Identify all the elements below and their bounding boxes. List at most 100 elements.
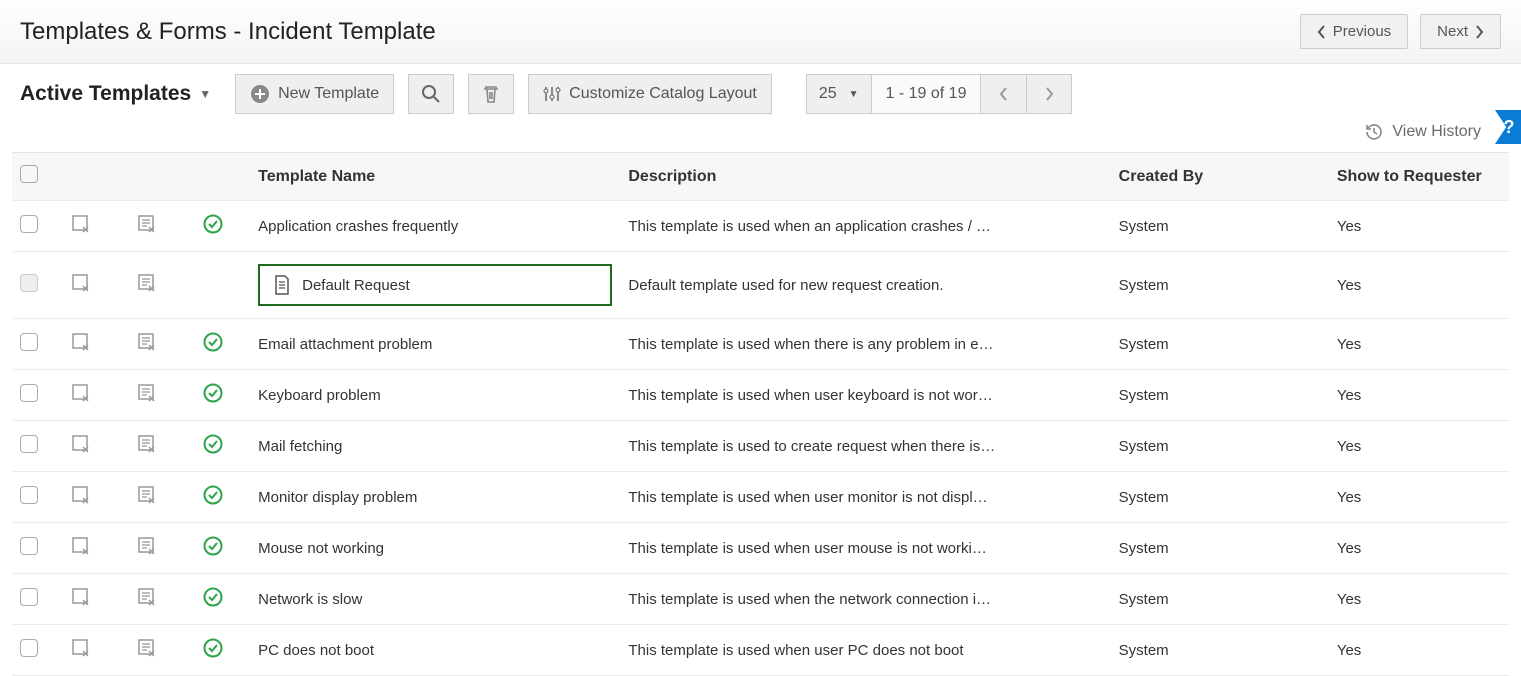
- show-to-requester: Yes: [1329, 319, 1509, 370]
- form-layout-icon[interactable]: [136, 213, 158, 235]
- edit-template-icon[interactable]: [70, 213, 92, 235]
- template-name[interactable]: Application crashes frequently: [258, 218, 458, 235]
- template-description: This template is used when the network c…: [620, 574, 1110, 625]
- edit-template-icon[interactable]: [70, 433, 92, 455]
- plus-circle-icon: [250, 84, 270, 104]
- form-layout-icon[interactable]: [136, 433, 158, 455]
- template-name[interactable]: Network is slow: [258, 591, 362, 608]
- document-icon: [272, 274, 292, 296]
- toolbar: Active Templates ▼ New Template Customiz…: [0, 64, 1521, 114]
- status-active-icon: [202, 484, 224, 506]
- show-to-requester: Yes: [1329, 574, 1509, 625]
- previous-label: Previous: [1333, 23, 1391, 40]
- created-by: System: [1111, 319, 1329, 370]
- chevron-left-icon: [999, 87, 1009, 101]
- edit-template-icon[interactable]: [70, 272, 92, 294]
- table-row[interactable]: Keyboard problem This template is used wh…: [12, 370, 1509, 421]
- created-by: System: [1111, 472, 1329, 523]
- row-checkbox[interactable]: [20, 215, 38, 233]
- table-row[interactable]: PC does not bootThis template is used wh…: [12, 625, 1509, 676]
- chevron-right-icon: [1474, 25, 1484, 39]
- row-checkbox[interactable]: [20, 486, 38, 504]
- row-checkbox[interactable]: [20, 537, 38, 555]
- trash-icon: [482, 84, 500, 104]
- view-history-label: View History: [1392, 123, 1481, 141]
- status-active-icon: [202, 382, 224, 404]
- table-row[interactable]: Monitor display problem This template is …: [12, 472, 1509, 523]
- status-active-icon: [202, 535, 224, 557]
- delete-button[interactable]: [468, 74, 514, 114]
- view-history-link[interactable]: View History: [1364, 122, 1481, 142]
- template-name[interactable]: PC does not boot: [258, 642, 374, 659]
- next-button[interactable]: Next: [1420, 14, 1501, 49]
- template-name[interactable]: Mail fetching: [258, 438, 342, 455]
- form-layout-icon[interactable]: [136, 382, 158, 404]
- col-show[interactable]: Show to Requester: [1329, 153, 1509, 201]
- page-title: Templates & Forms - Incident Template: [20, 18, 436, 46]
- template-name[interactable]: Email attachment problem: [258, 336, 432, 353]
- table-row[interactable]: Mail fetchingThis template is used to cr…: [12, 421, 1509, 472]
- form-layout-icon[interactable]: [136, 586, 158, 608]
- table-row[interactable]: Default Request Default template used for…: [12, 252, 1509, 319]
- row-checkbox[interactable]: [20, 333, 38, 351]
- col-by[interactable]: Created By: [1111, 153, 1329, 201]
- form-layout-icon[interactable]: [136, 484, 158, 506]
- table-row[interactable]: Application crashes frequentlyThis templ…: [12, 201, 1509, 252]
- col-desc[interactable]: Description: [620, 153, 1110, 201]
- edit-template-icon[interactable]: [70, 331, 92, 353]
- show-to-requester: Yes: [1329, 523, 1509, 574]
- edit-template-icon[interactable]: [70, 382, 92, 404]
- table-row[interactable]: Network is slow This template is used whe…: [12, 574, 1509, 625]
- previous-button[interactable]: Previous: [1300, 14, 1408, 49]
- sliders-icon: [543, 85, 561, 103]
- show-to-requester: Yes: [1329, 252, 1509, 319]
- page-size-value: 25: [819, 85, 837, 103]
- table-header-row: Template Name Description Created By Sho…: [12, 153, 1509, 201]
- table-row[interactable]: Mouse not working This template is used w…: [12, 523, 1509, 574]
- edit-template-icon[interactable]: [70, 586, 92, 608]
- row-checkbox[interactable]: [20, 588, 38, 606]
- template-description: This template is used when user mouse is…: [620, 523, 1110, 574]
- row-checkbox[interactable]: [20, 384, 38, 402]
- customize-layout-button[interactable]: Customize Catalog Layout: [528, 74, 772, 114]
- template-name[interactable]: Monitor display problem: [258, 489, 417, 506]
- created-by: System: [1111, 625, 1329, 676]
- table-row[interactable]: Email attachment problemThis template is…: [12, 319, 1509, 370]
- search-icon: [421, 84, 441, 104]
- template-description: Default template used for new request cr…: [620, 252, 1110, 319]
- search-button[interactable]: [408, 74, 454, 114]
- edit-template-icon[interactable]: [70, 535, 92, 557]
- col-checkbox: [12, 153, 62, 201]
- form-layout-icon[interactable]: [136, 272, 158, 294]
- scope-dropdown[interactable]: Active Templates ▼: [20, 82, 221, 106]
- template-name[interactable]: Mouse not working: [258, 540, 384, 557]
- new-template-button[interactable]: New Template: [235, 74, 394, 114]
- template-name[interactable]: Default Request: [302, 277, 410, 294]
- next-page-button[interactable]: [1026, 74, 1072, 114]
- form-layout-icon[interactable]: [136, 535, 158, 557]
- chevron-left-icon: [1317, 25, 1327, 39]
- caret-down-icon: ▼: [849, 89, 859, 100]
- row-checkbox[interactable]: [20, 639, 38, 657]
- created-by: System: [1111, 421, 1329, 472]
- template-description: This template is used when user monitor …: [620, 472, 1110, 523]
- page-range: 1 - 19 of 19: [871, 74, 981, 114]
- col-name[interactable]: Template Name: [250, 153, 620, 201]
- show-to-requester: Yes: [1329, 472, 1509, 523]
- edit-template-icon[interactable]: [70, 484, 92, 506]
- edit-template-icon[interactable]: [70, 637, 92, 659]
- row-checkbox[interactable]: [20, 435, 38, 453]
- status-active-icon: [202, 637, 224, 659]
- status-active-icon: [202, 586, 224, 608]
- history-icon: [1364, 122, 1384, 142]
- select-all-checkbox[interactable]: [20, 165, 38, 183]
- form-layout-icon[interactable]: [136, 637, 158, 659]
- show-to-requester: Yes: [1329, 370, 1509, 421]
- scope-label: Active Templates: [20, 82, 191, 106]
- template-description: This template is used when user keyboard…: [620, 370, 1110, 421]
- form-layout-icon[interactable]: [136, 331, 158, 353]
- template-name[interactable]: Keyboard problem: [258, 387, 381, 404]
- page-size-select[interactable]: 25 ▼: [806, 74, 871, 114]
- status-active-icon: [202, 213, 224, 235]
- prev-page-button[interactable]: [980, 74, 1026, 114]
